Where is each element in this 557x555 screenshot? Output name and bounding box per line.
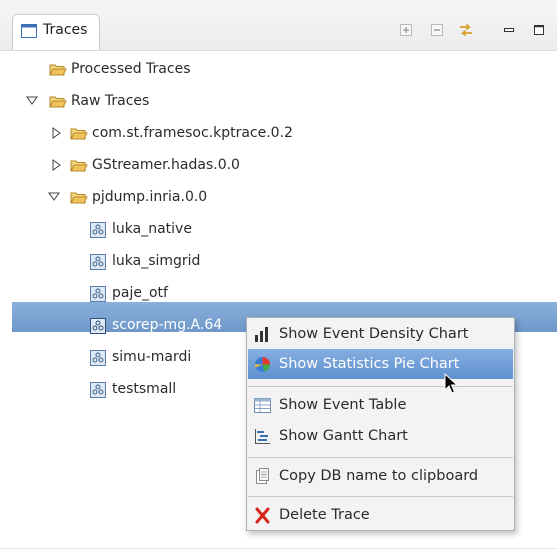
tree-item-label: Processed Traces [71, 61, 191, 77]
menu-item-show-statistics-pie-chart[interactable]: Show Statistics Pie Chart [248, 349, 513, 379]
tree-item-trace[interactable]: simu-mardi [0, 342, 245, 372]
link-with-editor-icon[interactable] [458, 22, 474, 38]
pie-chart-icon [254, 357, 270, 372]
clipboard-icon [256, 468, 269, 484]
trace-icon [90, 222, 106, 238]
menu-item-label: Show Statistics Pie Chart [279, 356, 460, 372]
tree-item-trace[interactable]: paje_otf [0, 278, 557, 308]
menu-item-show-gantt-chart[interactable]: Show Gantt Chart [248, 421, 513, 451]
folder-open-icon [49, 96, 67, 108]
table-icon [254, 398, 271, 413]
trace-icon [90, 254, 106, 270]
tree-item-processed-traces[interactable]: Processed Traces [0, 54, 557, 84]
tree-item-label: com.st.framesoc.kptrace.0.2 [92, 125, 293, 141]
tree-item-label: luka_native [112, 221, 192, 237]
tab-label: Traces [43, 22, 88, 38]
tree-item-label: GStreamer.hadas.0.0 [92, 157, 240, 173]
menu-item-label: Delete Trace [279, 507, 370, 523]
menu-item-label: Show Gantt Chart [279, 428, 408, 444]
menu-item-label: Show Event Density Chart [279, 326, 469, 342]
view-tab-bar: Traces [0, 0, 557, 51]
folder-open-icon [49, 64, 67, 76]
minimize-icon[interactable] [501, 22, 517, 38]
delete-icon [255, 507, 270, 524]
expanded-triangle-icon[interactable] [47, 190, 61, 204]
tree-item-label: pjdump.inria.0.0 [92, 189, 208, 205]
collapsed-triangle-icon[interactable] [49, 158, 63, 172]
context-menu: Show Event Density Chart Show Statistics… [246, 317, 515, 531]
folder-open-icon [70, 128, 88, 140]
menu-item-copy-db-name[interactable]: Copy DB name to clipboard [248, 461, 513, 491]
mouse-pointer-icon [444, 373, 458, 394]
expanded-triangle-icon[interactable] [25, 94, 39, 108]
expand-all-icon[interactable] [398, 22, 414, 38]
tree-item-raw-traces[interactable]: Raw Traces [0, 86, 557, 116]
view-icon [21, 24, 37, 38]
menu-item-delete-trace[interactable]: Delete Trace [248, 500, 513, 530]
gantt-icon [255, 429, 270, 444]
menu-separator [248, 496, 513, 497]
menu-separator [248, 386, 513, 387]
menu-separator [248, 457, 513, 458]
tree-item-label: luka_simgrid [112, 253, 201, 269]
menu-item-label: Copy DB name to clipboard [279, 468, 479, 484]
folder-open-icon [70, 160, 88, 172]
trace-icon [90, 318, 106, 334]
trace-icon [90, 382, 106, 398]
folder-open-icon [70, 192, 88, 204]
tree-item-group[interactable]: com.st.framesoc.kptrace.0.2 [0, 118, 557, 148]
tree-item-group[interactable]: GStreamer.hadas.0.0 [0, 150, 557, 180]
tree-item-label: Raw Traces [71, 93, 150, 109]
menu-item-show-event-density-chart[interactable]: Show Event Density Chart [248, 319, 513, 349]
tree-item-label: paje_otf [112, 285, 168, 301]
tree-item-trace[interactable]: luka_native [0, 214, 557, 244]
tree-item-label: testsmall [112, 381, 177, 397]
trace-icon [90, 350, 106, 366]
view-bottom-border [0, 548, 557, 549]
menu-item-label: Show Event Table [279, 397, 407, 413]
tree-item-trace[interactable]: luka_simgrid [0, 246, 557, 276]
trace-icon [90, 286, 106, 302]
traces-view: Traces Processed Traces Raw Traces com.s… [0, 0, 557, 555]
tree-item-group[interactable]: pjdump.inria.0.0 [0, 182, 557, 212]
maximize-icon[interactable] [531, 22, 547, 38]
bar-chart-icon [255, 327, 268, 342]
tree-item-trace[interactable]: testsmall [0, 374, 245, 404]
collapse-all-icon[interactable] [429, 22, 445, 38]
collapsed-triangle-icon[interactable] [49, 126, 63, 140]
tree-item-label: scorep-mg.A.64 [112, 317, 223, 333]
tab-traces[interactable]: Traces [12, 14, 100, 50]
menu-item-show-event-table[interactable]: Show Event Table [248, 390, 513, 420]
tree-item-label: simu-mardi [112, 349, 192, 365]
